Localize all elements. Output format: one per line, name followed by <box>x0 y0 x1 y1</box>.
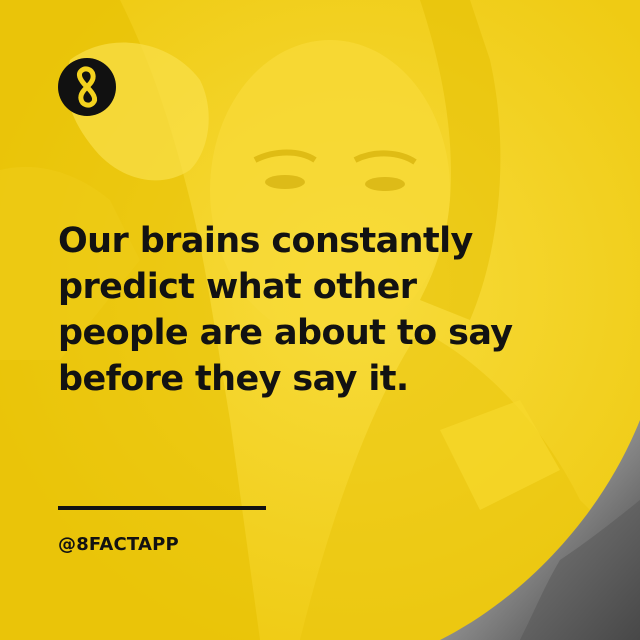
infinity-eight-icon <box>58 58 116 116</box>
fact-card: Our brains constantly predict what other… <box>0 0 640 640</box>
social-handle: @8FACTAPP <box>58 534 179 555</box>
fact-line: predict what other <box>58 267 417 307</box>
fact-line: before they say it. <box>58 359 409 399</box>
fact-headline: Our brains constantly predict what other… <box>58 218 538 402</box>
divider <box>58 506 266 510</box>
fact-line: Our brains constantly <box>58 221 473 261</box>
fact-line: people are about to say <box>58 313 513 353</box>
